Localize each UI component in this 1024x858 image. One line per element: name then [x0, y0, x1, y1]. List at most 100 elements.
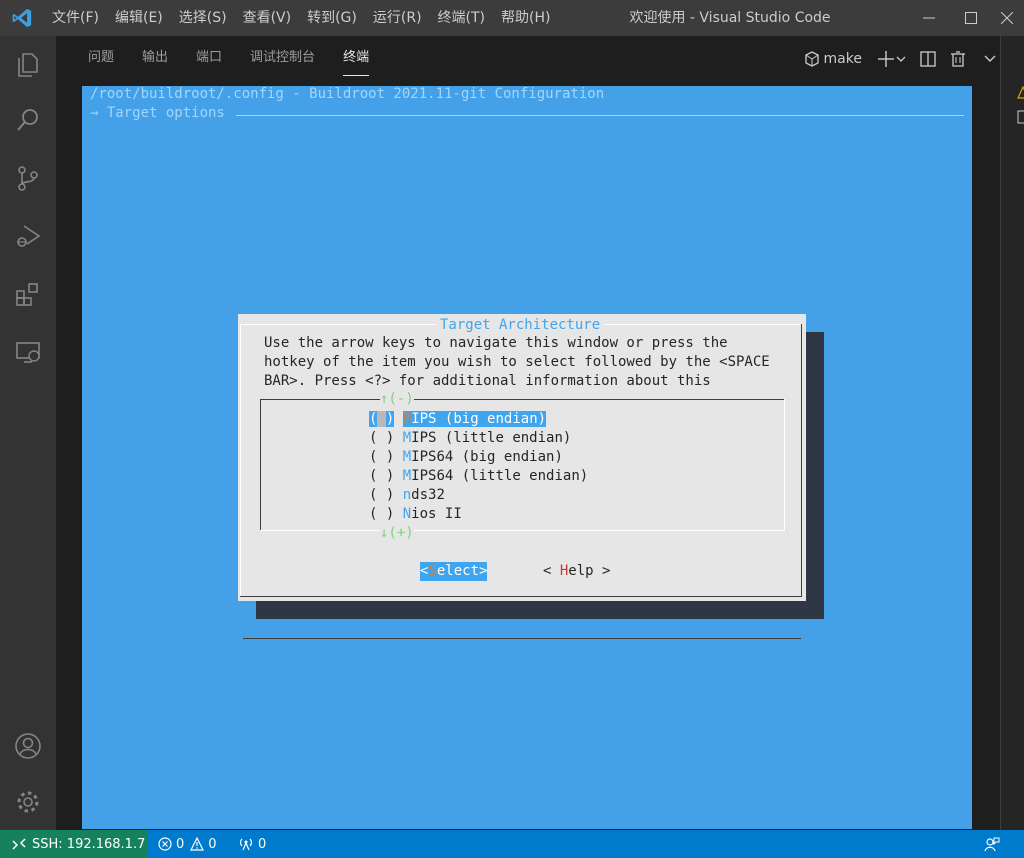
menu-run[interactable]: 运行(R) [365, 0, 430, 36]
help-text-line: Use the arrow keys to navigate this wind… [264, 335, 728, 351]
help-button[interactable]: < Help > [543, 562, 610, 581]
kill-terminal-button[interactable] [950, 44, 966, 74]
select-button[interactable]: <Select> [420, 562, 488, 581]
ports-indicator[interactable]: 0 [238, 830, 266, 858]
problems-indicator[interactable]: 0 0 [158, 830, 217, 858]
tab-problems[interactable]: 问题 [74, 36, 128, 82]
list-border-bottom [260, 530, 785, 531]
button-separator [243, 638, 801, 639]
close-icon [1001, 12, 1013, 24]
option-mips-little-endian[interactable]: ( ) MIPS (little endian) [369, 429, 571, 448]
option-mips64-little-endian[interactable]: ( ) MIPS64 (little endian) [369, 467, 588, 486]
menu-help[interactable]: 帮助(H) [493, 0, 558, 36]
maximize-button[interactable] [948, 0, 994, 36]
scroll-up-indicator: ↑(-) [380, 390, 414, 409]
help-text-line: hotkey of the item you wish to select fo… [264, 354, 770, 370]
menu-view[interactable]: 查看(V) [235, 0, 300, 36]
target-architecture-dialog: Target Architecture Use the arrow keys t… [238, 314, 806, 639]
plus-icon [878, 51, 894, 67]
warning-count: 0 [208, 836, 217, 852]
option-nds32[interactable]: ( ) nds32 [369, 486, 445, 505]
panel-tabs: 问题 输出 端口 调试控制台 终端 [74, 36, 383, 82]
breadcrumb-rule [236, 115, 964, 116]
option-mips64-big-endian[interactable]: ( ) MIPS64 (big endian) [369, 448, 563, 467]
run-debug-icon [17, 225, 41, 247]
panel-more-button[interactable] [984, 44, 996, 74]
vscode-logo-icon [12, 8, 32, 28]
remote-icon [12, 838, 26, 850]
settings-button[interactable] [0, 778, 56, 826]
option-nios-ii[interactable]: ( ) Nios II [369, 505, 462, 524]
radio-button: ( ) [369, 468, 395, 484]
button-text: elp > [568, 563, 611, 579]
extensions-icon [16, 283, 38, 306]
search-button[interactable] [0, 96, 56, 144]
button-hotkey: S [428, 563, 437, 579]
option-hotkey: M [402, 430, 412, 446]
radio-button: ( ) [369, 487, 395, 503]
remote-explorer-icon [16, 342, 40, 363]
dialog-border-bottom [240, 596, 802, 597]
list-border-right [784, 399, 785, 531]
title-bar: 文件(F) 编辑(E) 选择(S) 查看(V) 转到(G) 运行(R) 终端(T… [0, 0, 1024, 36]
radio-button: ( ) [369, 430, 395, 446]
dialog-title: Target Architecture [436, 315, 605, 335]
tab-debug-console[interactable]: 调试控制台 [236, 36, 329, 82]
list-border-top [260, 399, 785, 400]
split-editor-icon [920, 51, 936, 67]
new-terminal-button[interactable] [878, 44, 894, 74]
menu-selection[interactable]: 选择(S) [171, 0, 235, 36]
minimize-button[interactable] [906, 0, 952, 36]
menu-go[interactable]: 转到(G) [299, 0, 365, 36]
feedback-person-icon [984, 837, 1000, 852]
menu-breadcrumb: → Target options [90, 105, 234, 121]
remote-indicator[interactable]: SSH: 192.168.1.7 [0, 830, 148, 858]
editor-minimap-strip [1000, 36, 1024, 830]
notifications-button[interactable] [984, 830, 1000, 858]
search-icon [17, 109, 38, 131]
warning-icon [1017, 86, 1024, 99]
button-bracket: < [543, 563, 560, 579]
broadcast-icon [240, 838, 252, 851]
split-terminal-button[interactable] [920, 44, 936, 74]
menu-file[interactable]: 文件(F) [44, 0, 107, 36]
chevron-down-icon [896, 56, 906, 62]
list-border-left [260, 399, 261, 531]
help-text-line: BAR>. Press <?> for additional informati… [264, 373, 711, 389]
minimize-icon [923, 17, 935, 19]
tab-output[interactable]: 输出 [128, 36, 182, 82]
option-text: IPS64 (big endian) [411, 449, 563, 465]
explorer-button[interactable] [0, 40, 56, 88]
trash-icon [951, 51, 965, 67]
remote-host: SSH: 192.168.1.7 [32, 836, 146, 852]
warning-icon [190, 837, 205, 851]
run-debug-button[interactable] [0, 212, 56, 260]
source-control-button[interactable] [0, 154, 56, 202]
option-label: MIPS (big endian) [402, 411, 547, 427]
tab-terminal[interactable]: 终端 [329, 36, 383, 82]
account-button[interactable] [0, 722, 56, 770]
status-bar: SSH: 192.168.1.7 0 0 0 [0, 830, 1024, 858]
close-button[interactable] [990, 0, 1024, 36]
option-text: ds32 [411, 487, 445, 503]
menu-terminal[interactable]: 终端(T) [430, 0, 493, 36]
remote-explorer-button[interactable] [0, 328, 56, 376]
account-icon [15, 733, 41, 759]
option-mips-big-endian[interactable]: ( ) MIPS (big endian) [369, 410, 547, 429]
maximize-icon [965, 12, 977, 24]
option-hotkey: M [402, 411, 412, 427]
tab-ports[interactable]: 端口 [182, 36, 236, 82]
menu-bar: 文件(F) 编辑(E) 选择(S) 查看(V) 转到(G) 运行(R) 终端(T… [44, 0, 558, 36]
menu-edit[interactable]: 编辑(E) [107, 0, 171, 36]
option-text: ios II [411, 506, 462, 522]
cursor [377, 411, 386, 427]
option-hotkey: M [402, 468, 412, 484]
activity-bar [0, 36, 56, 830]
terminal-selector[interactable]: make [804, 44, 862, 74]
scroll-down-indicator: ↓(+) [380, 524, 414, 543]
terminal-profiles-button[interactable] [896, 44, 906, 74]
terminal-view[interactable]: /root/buildroot/.config - Buildroot 2021… [82, 86, 972, 829]
extensions-button[interactable] [0, 270, 56, 318]
option-text: IPS (little endian) [411, 430, 572, 446]
radio-button: ( ) [369, 411, 395, 427]
